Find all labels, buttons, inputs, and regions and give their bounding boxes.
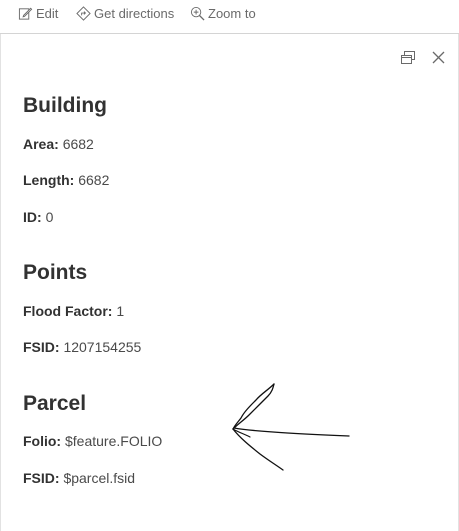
field-area: Area: 6682 — [23, 136, 94, 152]
field-key: Folio: — [23, 433, 62, 449]
directions-label: Get directions — [94, 6, 175, 21]
zoom-label: Zoom to — [208, 6, 256, 21]
field-value: 6682 — [78, 172, 110, 188]
field-key: FSID: — [23, 339, 60, 355]
zoom-to-button[interactable]: Zoom to — [190, 6, 256, 21]
section-title-points: Points — [23, 261, 88, 284]
field-value: 1 — [116, 303, 125, 319]
field-value: 1207154255 — [63, 339, 142, 355]
edit-button[interactable]: Edit — [18, 6, 58, 21]
hand-drawn-arrow-icon — [232, 383, 350, 471]
field-fsid: FSID: 1207154255 — [23, 339, 141, 355]
get-directions-button[interactable]: Get directions — [76, 6, 174, 21]
close-icon[interactable] — [430, 49, 447, 66]
edit-label: Edit — [36, 6, 59, 21]
field-id: ID: 0 — [23, 209, 53, 225]
dock-icon[interactable] — [400, 49, 417, 66]
field-value: $feature.FOLIO — [65, 433, 163, 449]
section-title-parcel: Parcel — [23, 392, 87, 415]
popup-panel: Edit Get directions Zoom to Building Are… — [0, 0, 459, 531]
field-flood-factor: Flood Factor: 1 — [23, 303, 124, 319]
field-value: 0 — [45, 209, 54, 225]
directions-icon — [76, 6, 91, 21]
popup-header-controls — [400, 49, 447, 66]
field-value: 6682 — [62, 136, 94, 152]
field-parcel-fsid: FSID: $parcel.fsid — [23, 470, 135, 486]
popup-action-bar: Edit Get directions Zoom to — [0, 0, 459, 34]
field-key: FSID: — [23, 470, 60, 486]
pencil-icon — [18, 6, 33, 21]
zoom-in-icon — [190, 6, 205, 21]
panel-border-left — [0, 34, 1, 531]
field-length: Length: 6682 — [23, 172, 109, 188]
field-key: Length: — [23, 172, 75, 188]
field-key: ID: — [23, 209, 42, 225]
field-key: Area: — [23, 136, 59, 152]
field-value: $parcel.fsid — [63, 470, 136, 486]
field-folio: Folio: $feature.FOLIO — [23, 433, 162, 449]
field-key: Flood Factor: — [23, 303, 113, 319]
section-title-building: Building — [23, 94, 107, 117]
